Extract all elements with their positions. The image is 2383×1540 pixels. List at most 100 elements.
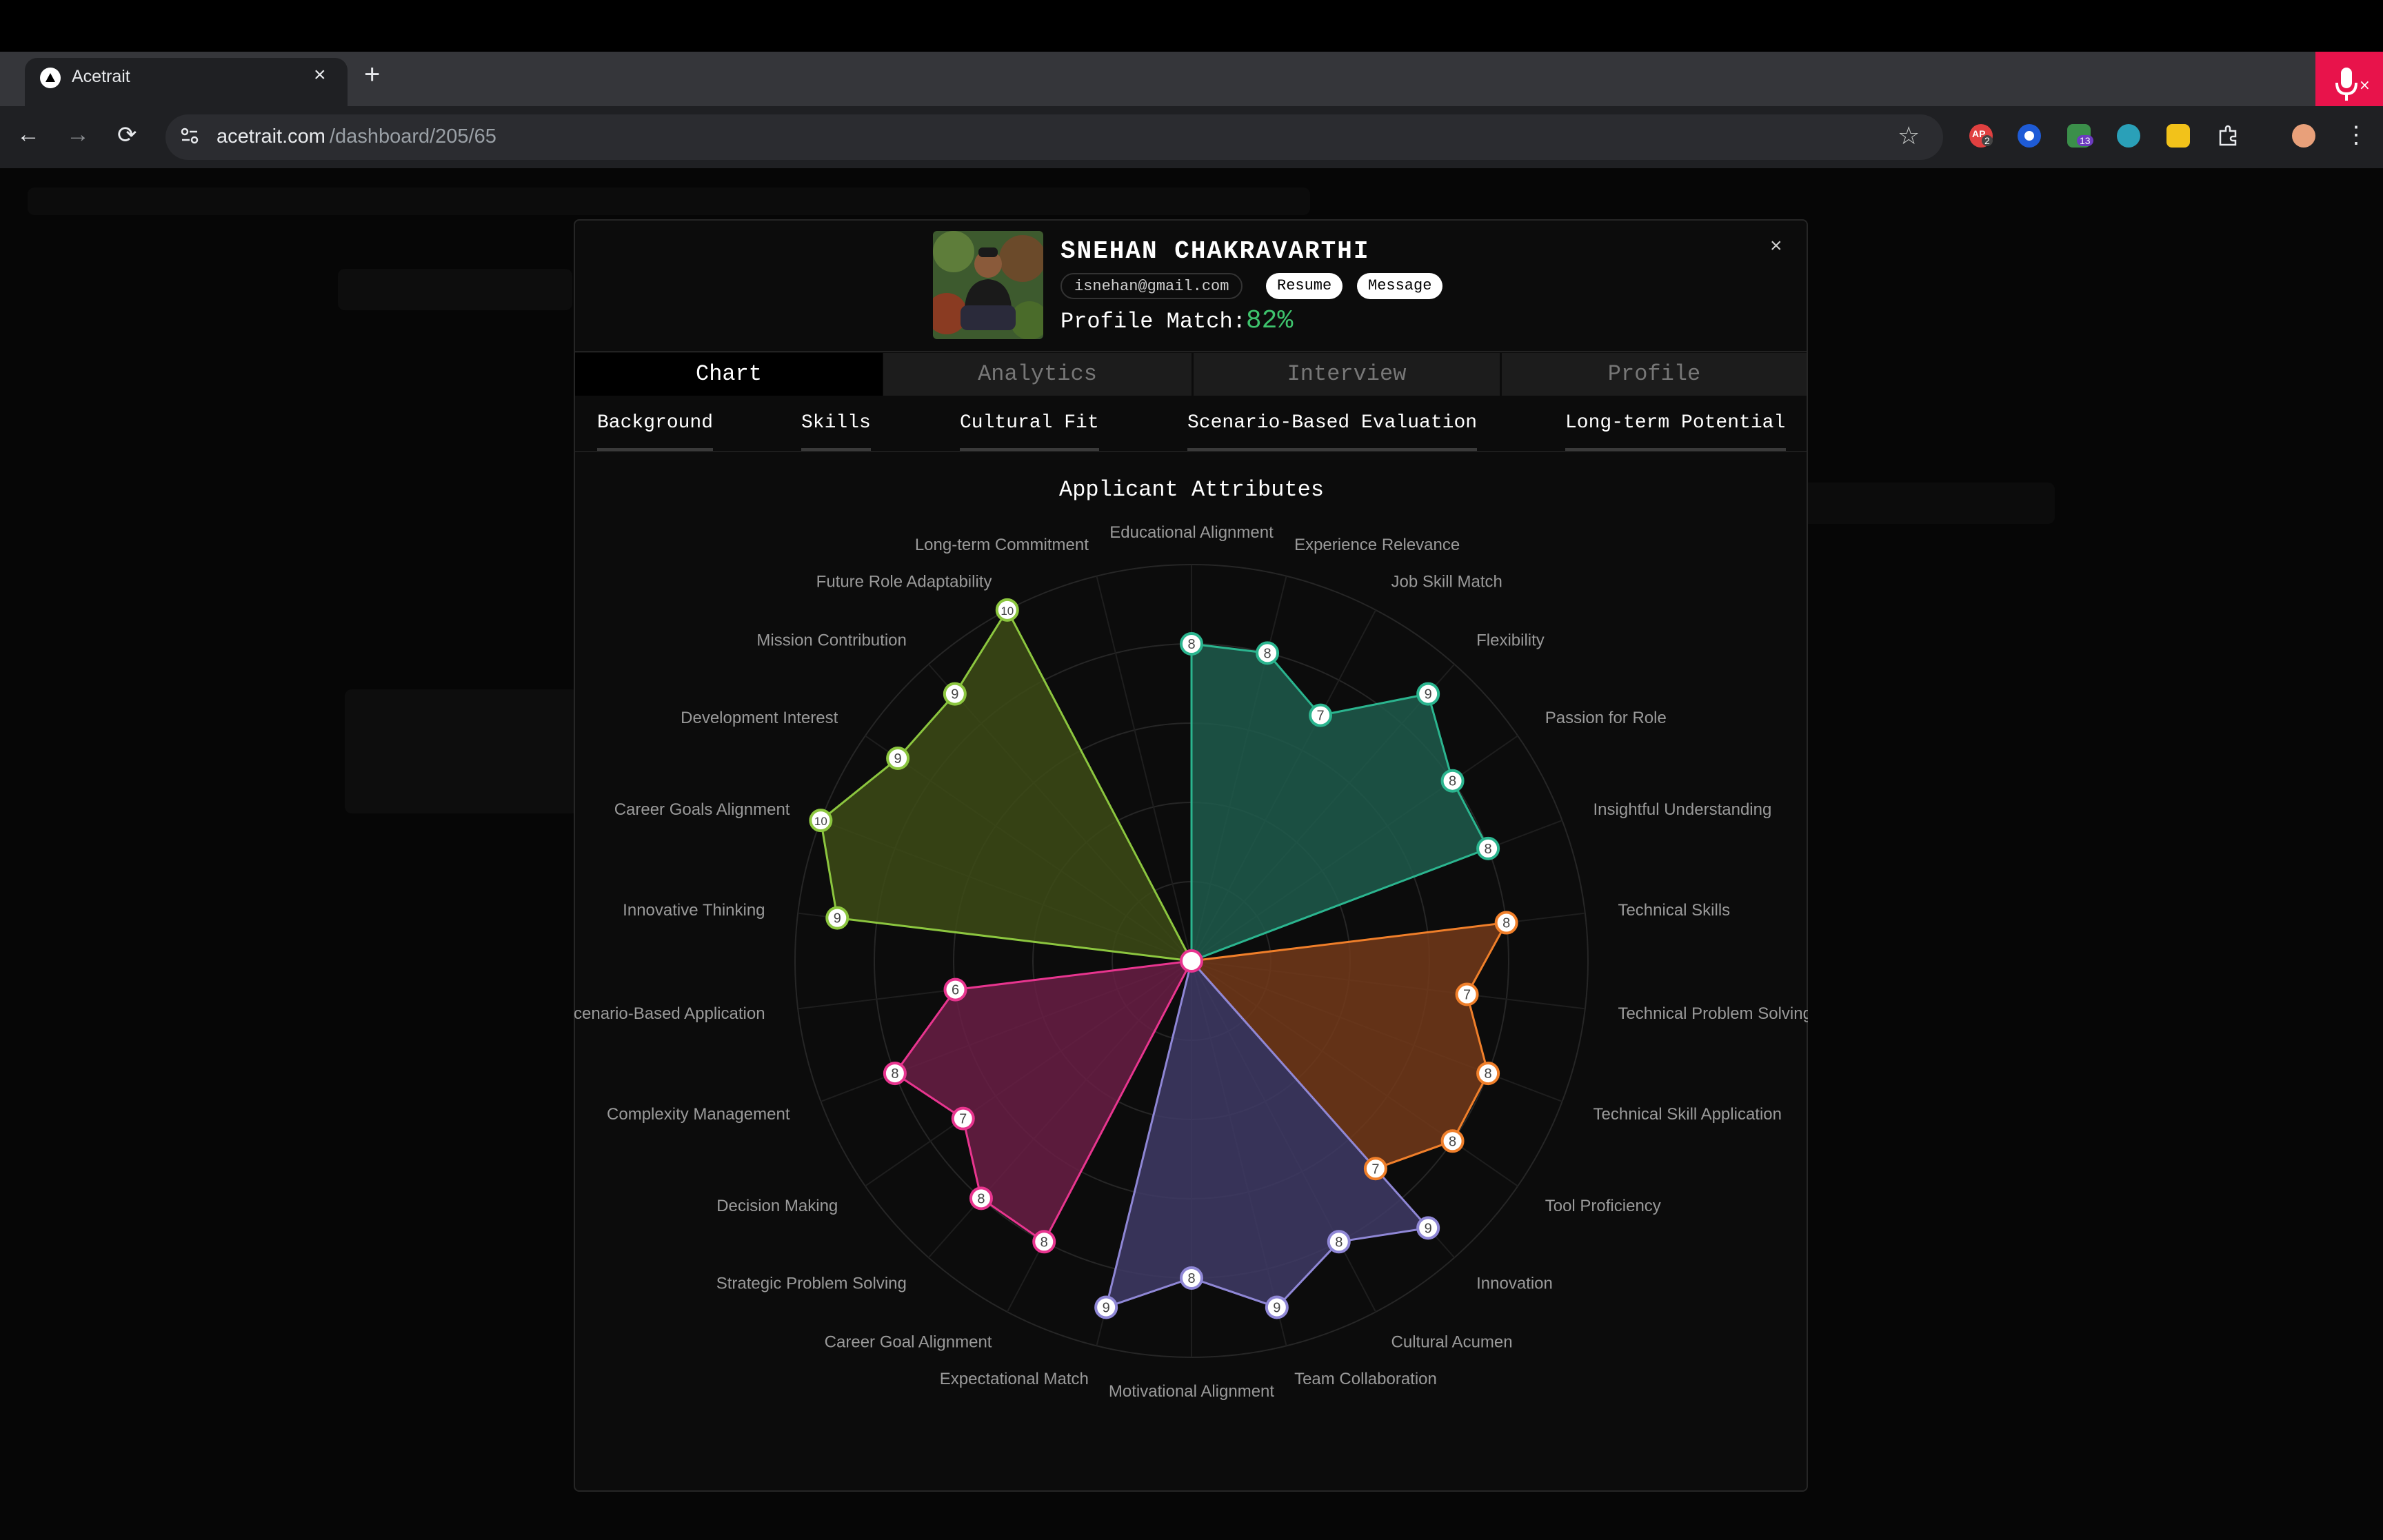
radar-data-label: 9 (1425, 687, 1432, 702)
radar-data-label: 7 (959, 1112, 967, 1127)
radar-axis-label: Career Goal Alignment (825, 1333, 992, 1352)
header-divider (575, 351, 1807, 352)
radar-axis-label: Expectational Match (940, 1370, 1089, 1388)
extension-globe-icon[interactable] (2117, 124, 2140, 148)
radar-data-label: 9 (834, 911, 841, 926)
radar-data-label: 8 (1485, 842, 1492, 857)
candidate-email: isnehan@gmail.com (1060, 273, 1243, 299)
radar-axis-label: Innovation (1476, 1274, 1553, 1293)
radar-data-label: 9 (951, 687, 958, 702)
background-nav-placeholder (28, 188, 1310, 215)
chart-title: Applicant Attributes (1059, 477, 1325, 503)
radar-axis-label: Development Interest (681, 709, 838, 727)
message-button[interactable]: Message (1357, 273, 1443, 299)
extension-yellow-icon[interactable] (2166, 124, 2190, 148)
radar-axis-label: Motivational Alignment (1109, 1382, 1274, 1401)
radar-axis-label: Experience Relevance (1294, 536, 1460, 554)
radar-axis-label: Passion for Role (1545, 709, 1667, 727)
radar-chart: 8 8 7 9 8 8 8 7 8 8 7 9 8 9 8 9 8 8 7 8 6 9 10 9 9 10 Educational … (574, 524, 1808, 1401)
radar-axis-label: Tool Proficiency (1545, 1197, 1661, 1215)
radar-axis-label: Insightful Understanding (1593, 800, 1772, 819)
radar-series-area (819, 609, 1193, 962)
radar-axis-label: Technical Problem Solving (1618, 1004, 1808, 1023)
extension-ap-icon[interactable]: AP 2 (1969, 124, 1993, 148)
radar-data-label: 10 (1001, 605, 1014, 618)
radar-data-label: 8 (1187, 637, 1195, 652)
radar-data-label: 8 (1264, 646, 1271, 661)
radar-data-label: 8 (891, 1066, 898, 1082)
site-info-icon[interactable] (178, 124, 201, 148)
background-heading-placeholder (338, 269, 572, 310)
bookmark-star-icon[interactable]: ☆ (1898, 121, 1920, 150)
resume-button[interactable]: Resume (1266, 273, 1343, 299)
radar-axis-label: Flexibility (1476, 631, 1545, 650)
tab-close-icon[interactable]: × (314, 63, 326, 87)
subtab-long-term-potential[interactable]: Long-term Potential (1565, 412, 1785, 434)
radar-data-label: 10 (814, 815, 827, 828)
radar-axis-label: Complexity Management (607, 1105, 790, 1124)
radar-axis-label: Decision Making (716, 1197, 838, 1215)
candidate-name: SNEHAN CHAKRAVARTHI (1060, 237, 1370, 265)
subtab-skills[interactable]: Skills (801, 412, 871, 434)
background-card-placeholder (345, 689, 579, 813)
forward-button[interactable]: → (66, 121, 90, 148)
tab-interview[interactable]: Interview (1192, 353, 1500, 396)
radar-data-label: 8 (1449, 1134, 1456, 1149)
radar-axis-label: Career Goals Alignment (614, 800, 790, 819)
url-host: acetrait.com (217, 125, 325, 148)
radar-data-label: 9 (1103, 1300, 1110, 1315)
radar-data-label: 8 (1502, 916, 1510, 931)
tab-analytics[interactable]: Analytics (883, 353, 1192, 396)
radar-data-label: 6 (952, 983, 959, 998)
acetrait-favicon-icon (40, 68, 61, 88)
tab-title: Acetrait (72, 67, 130, 86)
browser-menu-icon[interactable]: ⋮ (2344, 121, 2368, 149)
radar-center-point (1180, 949, 1203, 973)
radar-data-label: 9 (894, 751, 902, 767)
tab-chart[interactable]: Chart (575, 353, 883, 396)
radar-data-label: 8 (1449, 774, 1456, 789)
radar-axis-label: Team Collaboration (1294, 1370, 1437, 1388)
extension-green-icon[interactable]: 13 (2067, 124, 2093, 148)
radar-axis-label: Educational Alignment (1109, 524, 1274, 542)
subtab-scenario-based-evaluation[interactable]: Scenario-Based Evaluation (1187, 412, 1477, 434)
radar-axis-label: Mission Contribution (756, 631, 906, 650)
subtab-background[interactable]: Background (597, 412, 713, 434)
radar-series-area (1190, 642, 1489, 962)
radar-axis-label: Strategic Problem Solving (716, 1274, 907, 1293)
radar-axis-label: Scenario-Based Application (574, 1004, 765, 1023)
candidate-photo (933, 231, 1043, 339)
radar-data-label: 7 (1463, 988, 1471, 1003)
radar-axis-label: Technical Skills (1618, 901, 1730, 920)
background-button-placeholder (1793, 483, 2055, 524)
subtab-cultural-fit[interactable]: Cultural Fit (960, 412, 1099, 434)
profile-match-label: Profile Match: (1060, 309, 1246, 334)
profile-avatar-icon[interactable] (2292, 124, 2315, 148)
close-icon[interactable]: × (1770, 234, 1782, 258)
tab-bar (0, 52, 2383, 106)
window-top-strip (0, 0, 2383, 52)
reload-button[interactable]: ⟳ (117, 121, 137, 149)
radar-axis-label: Job Skill Match (1391, 572, 1502, 591)
extension-blue-circle-icon[interactable] (2018, 124, 2041, 148)
radar-data-label: 9 (1273, 1300, 1280, 1315)
new-tab-button[interactable]: + (364, 59, 380, 90)
radar-data-label: 8 (1485, 1066, 1492, 1082)
radar-axis-label: Long-term Commitment (915, 536, 1089, 554)
profile-match-value: 82% (1245, 306, 1294, 336)
svg-text:×: × (2359, 77, 2370, 93)
radar-data-label: 7 (1371, 1162, 1379, 1177)
radar-data-label: 8 (1187, 1271, 1195, 1286)
extension-badge: 13 (2077, 135, 2093, 146)
radar-data-label: 7 (1316, 709, 1324, 724)
radar-axis-label: Future Role Adaptability (816, 572, 992, 591)
tab-profile[interactable]: Profile (1500, 353, 1807, 396)
radar-data-label: 8 (977, 1191, 985, 1206)
extensions-puzzle-icon[interactable] (2216, 124, 2240, 148)
radar-axis-label: Cultural Acumen (1391, 1333, 1513, 1352)
radar-axis-label: Innovative Thinking (623, 901, 765, 920)
radar-data-label: 8 (1335, 1235, 1343, 1250)
back-button[interactable]: ← (17, 121, 40, 148)
subtab-divider (575, 451, 1807, 452)
extension-badge: 2 (1982, 135, 1993, 146)
